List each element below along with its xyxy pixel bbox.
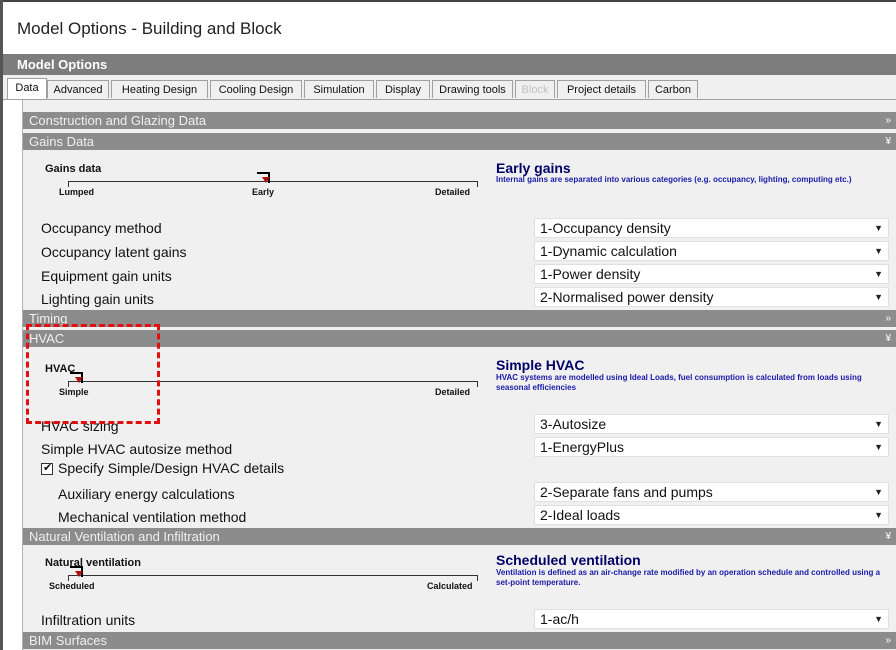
section-title: Construction and Glazing Data (29, 113, 207, 128)
lighting-gain-units-label: Lighting gain units (41, 291, 154, 307)
equipment-gain-units-label: Equipment gain units (41, 268, 172, 284)
auxiliary-energy-calculations-label: Auxiliary energy calculations (58, 486, 235, 502)
tab-block: Block (515, 80, 555, 98)
app-window: Model Options - Building and Block Model… (0, 0, 896, 650)
slider-label: Natural ventilation (45, 557, 141, 569)
slider-track[interactable] (68, 575, 478, 576)
gains-data-slider[interactable]: Gains data Lumped Early Detailed (23, 157, 493, 197)
dropdown-arrow-icon[interactable]: ▼ (874, 419, 883, 429)
section-title: Natural Ventilation and Infiltration (29, 529, 220, 544)
slider-min-label: Scheduled (49, 581, 95, 591)
dropdown-value: 1-EnergyPlus (540, 439, 625, 455)
slider-mid-label: Early (252, 187, 275, 197)
expand-chevron-icon[interactable]: » (885, 112, 891, 129)
ventilation-mode-title: Scheduled ventilation (496, 552, 641, 568)
slider-max-label: Detailed (435, 387, 471, 397)
checkmark-icon: ✔ (43, 462, 53, 474)
tab-cooling-design[interactable]: Cooling Design (210, 80, 302, 98)
slider-max-label: Detailed (435, 187, 471, 197)
model-options-header: Model Options (3, 54, 896, 75)
gains-mode-description: Internal gains are separated into variou… (496, 175, 852, 184)
specify-hvac-details-label[interactable]: Specify Simple/Design HVAC details (58, 460, 284, 476)
infiltration-units-dropdown[interactable]: 1-ac/h ▼ (534, 609, 889, 629)
specify-hvac-details-checkbox[interactable]: ✔ (41, 462, 53, 475)
ventilation-mode-description: Ventilation is defined as an air-change … (496, 568, 881, 587)
slider-thumb-icon[interactable] (70, 566, 84, 579)
tab-project-details[interactable]: Project details (557, 80, 646, 98)
simple-hvac-autosize-method-dropdown[interactable]: 1-EnergyPlus ▼ (534, 437, 889, 457)
hvac-sizing-dropdown[interactable]: 3-Autosize ▼ (534, 414, 889, 434)
slider-track[interactable] (68, 181, 478, 182)
tab-strip: Data Advanced Heating Design Cooling Des… (3, 75, 896, 100)
dropdown-arrow-icon[interactable]: ▼ (874, 487, 883, 497)
mechanical-ventilation-method-label: Mechanical ventilation method (58, 509, 247, 525)
infiltration-units-label: Infiltration units (41, 612, 136, 628)
occupancy-latent-gains-dropdown[interactable]: 1-Dynamic calculation ▼ (534, 241, 889, 261)
occupancy-latent-gains-label: Occupancy latent gains (41, 244, 187, 260)
collapse-chevron-icon[interactable]: ¥ (885, 330, 891, 347)
hvac-mode-title: Simple HVAC (496, 357, 585, 373)
dropdown-arrow-icon[interactable]: ▼ (874, 442, 883, 452)
dropdown-arrow-icon[interactable]: ▼ (874, 223, 883, 233)
hvac-mode-description: HVAC systems are modelled using Ideal Lo… (496, 373, 862, 392)
tab-data[interactable]: Data (7, 78, 47, 99)
dropdown-value: 3-Autosize (540, 416, 607, 432)
dropdown-arrow-icon[interactable]: ▼ (874, 510, 883, 520)
model-options-title: Model Options (17, 57, 108, 72)
expand-chevron-icon[interactable]: » (885, 632, 891, 649)
section-title: Gains Data (29, 134, 95, 149)
lighting-gain-units-dropdown[interactable]: 2-Normalised power density ▼ (534, 287, 889, 307)
section-construction-glazing[interactable]: Construction and Glazing Data » (23, 112, 896, 129)
tab-display[interactable]: Display (376, 80, 430, 98)
collapse-chevron-icon[interactable]: ¥ (885, 528, 891, 545)
slider-tick (477, 181, 478, 187)
window-title: Model Options - Building and Block (17, 19, 282, 38)
occupancy-method-label: Occupancy method (41, 220, 162, 236)
section-gains-data[interactable]: Gains Data ¥ (23, 133, 896, 150)
dropdown-value: 2-Normalised power density (540, 289, 714, 305)
section-natural-ventilation[interactable]: Natural Ventilation and Infiltration ¥ (23, 528, 896, 545)
hvac-slider-highlight-annotation (26, 324, 160, 424)
equipment-gain-units-dropdown[interactable]: 1-Power density ▼ (534, 264, 889, 284)
auxiliary-energy-calculations-dropdown[interactable]: 2-Separate fans and pumps ▼ (534, 482, 889, 502)
dropdown-arrow-icon[interactable]: ▼ (874, 292, 883, 302)
tab-heating-design[interactable]: Heating Design (111, 80, 208, 98)
slider-max-label: Calculated (427, 581, 473, 591)
dropdown-value: 1-Occupancy density (540, 220, 671, 236)
slider-thumb-icon[interactable] (257, 172, 271, 185)
dropdown-value: 1-ac/h (540, 611, 579, 627)
gains-mode-title: Early gains (496, 160, 571, 176)
section-bim-surfaces[interactable]: BIM Surfaces » (23, 632, 896, 649)
dropdown-arrow-icon[interactable]: ▼ (874, 269, 883, 279)
tab-simulation[interactable]: Simulation (304, 80, 374, 98)
slider-label: Gains data (45, 163, 102, 175)
window-title-bar: Model Options - Building and Block (3, 2, 896, 54)
simple-hvac-autosize-method-label: Simple HVAC autosize method (41, 441, 233, 457)
slider-min-label: Lumped (59, 187, 94, 197)
expand-chevron-icon[interactable]: » (885, 310, 891, 327)
dropdown-value: 1-Dynamic calculation (540, 243, 677, 259)
collapse-chevron-icon[interactable]: ¥ (885, 133, 891, 150)
mechanical-ventilation-method-dropdown[interactable]: 2-Ideal loads ▼ (534, 505, 889, 525)
dropdown-arrow-icon[interactable]: ▼ (874, 246, 883, 256)
occupancy-method-dropdown[interactable]: 1-Occupancy density ▼ (534, 218, 889, 238)
tab-carbon[interactable]: Carbon (648, 80, 698, 98)
section-title: BIM Surfaces (29, 633, 108, 648)
dropdown-value: 1-Power density (540, 266, 641, 282)
slider-tick (477, 381, 478, 387)
tab-advanced[interactable]: Advanced (47, 80, 109, 98)
natural-ventilation-slider[interactable]: Natural ventilation Scheduled Calculated (23, 551, 493, 591)
slider-tick (477, 575, 478, 581)
dropdown-value: 2-Ideal loads (540, 507, 621, 523)
dropdown-arrow-icon[interactable]: ▼ (874, 614, 883, 624)
tab-drawing-tools[interactable]: Drawing tools (432, 80, 513, 98)
dropdown-value: 2-Separate fans and pumps (540, 484, 713, 500)
